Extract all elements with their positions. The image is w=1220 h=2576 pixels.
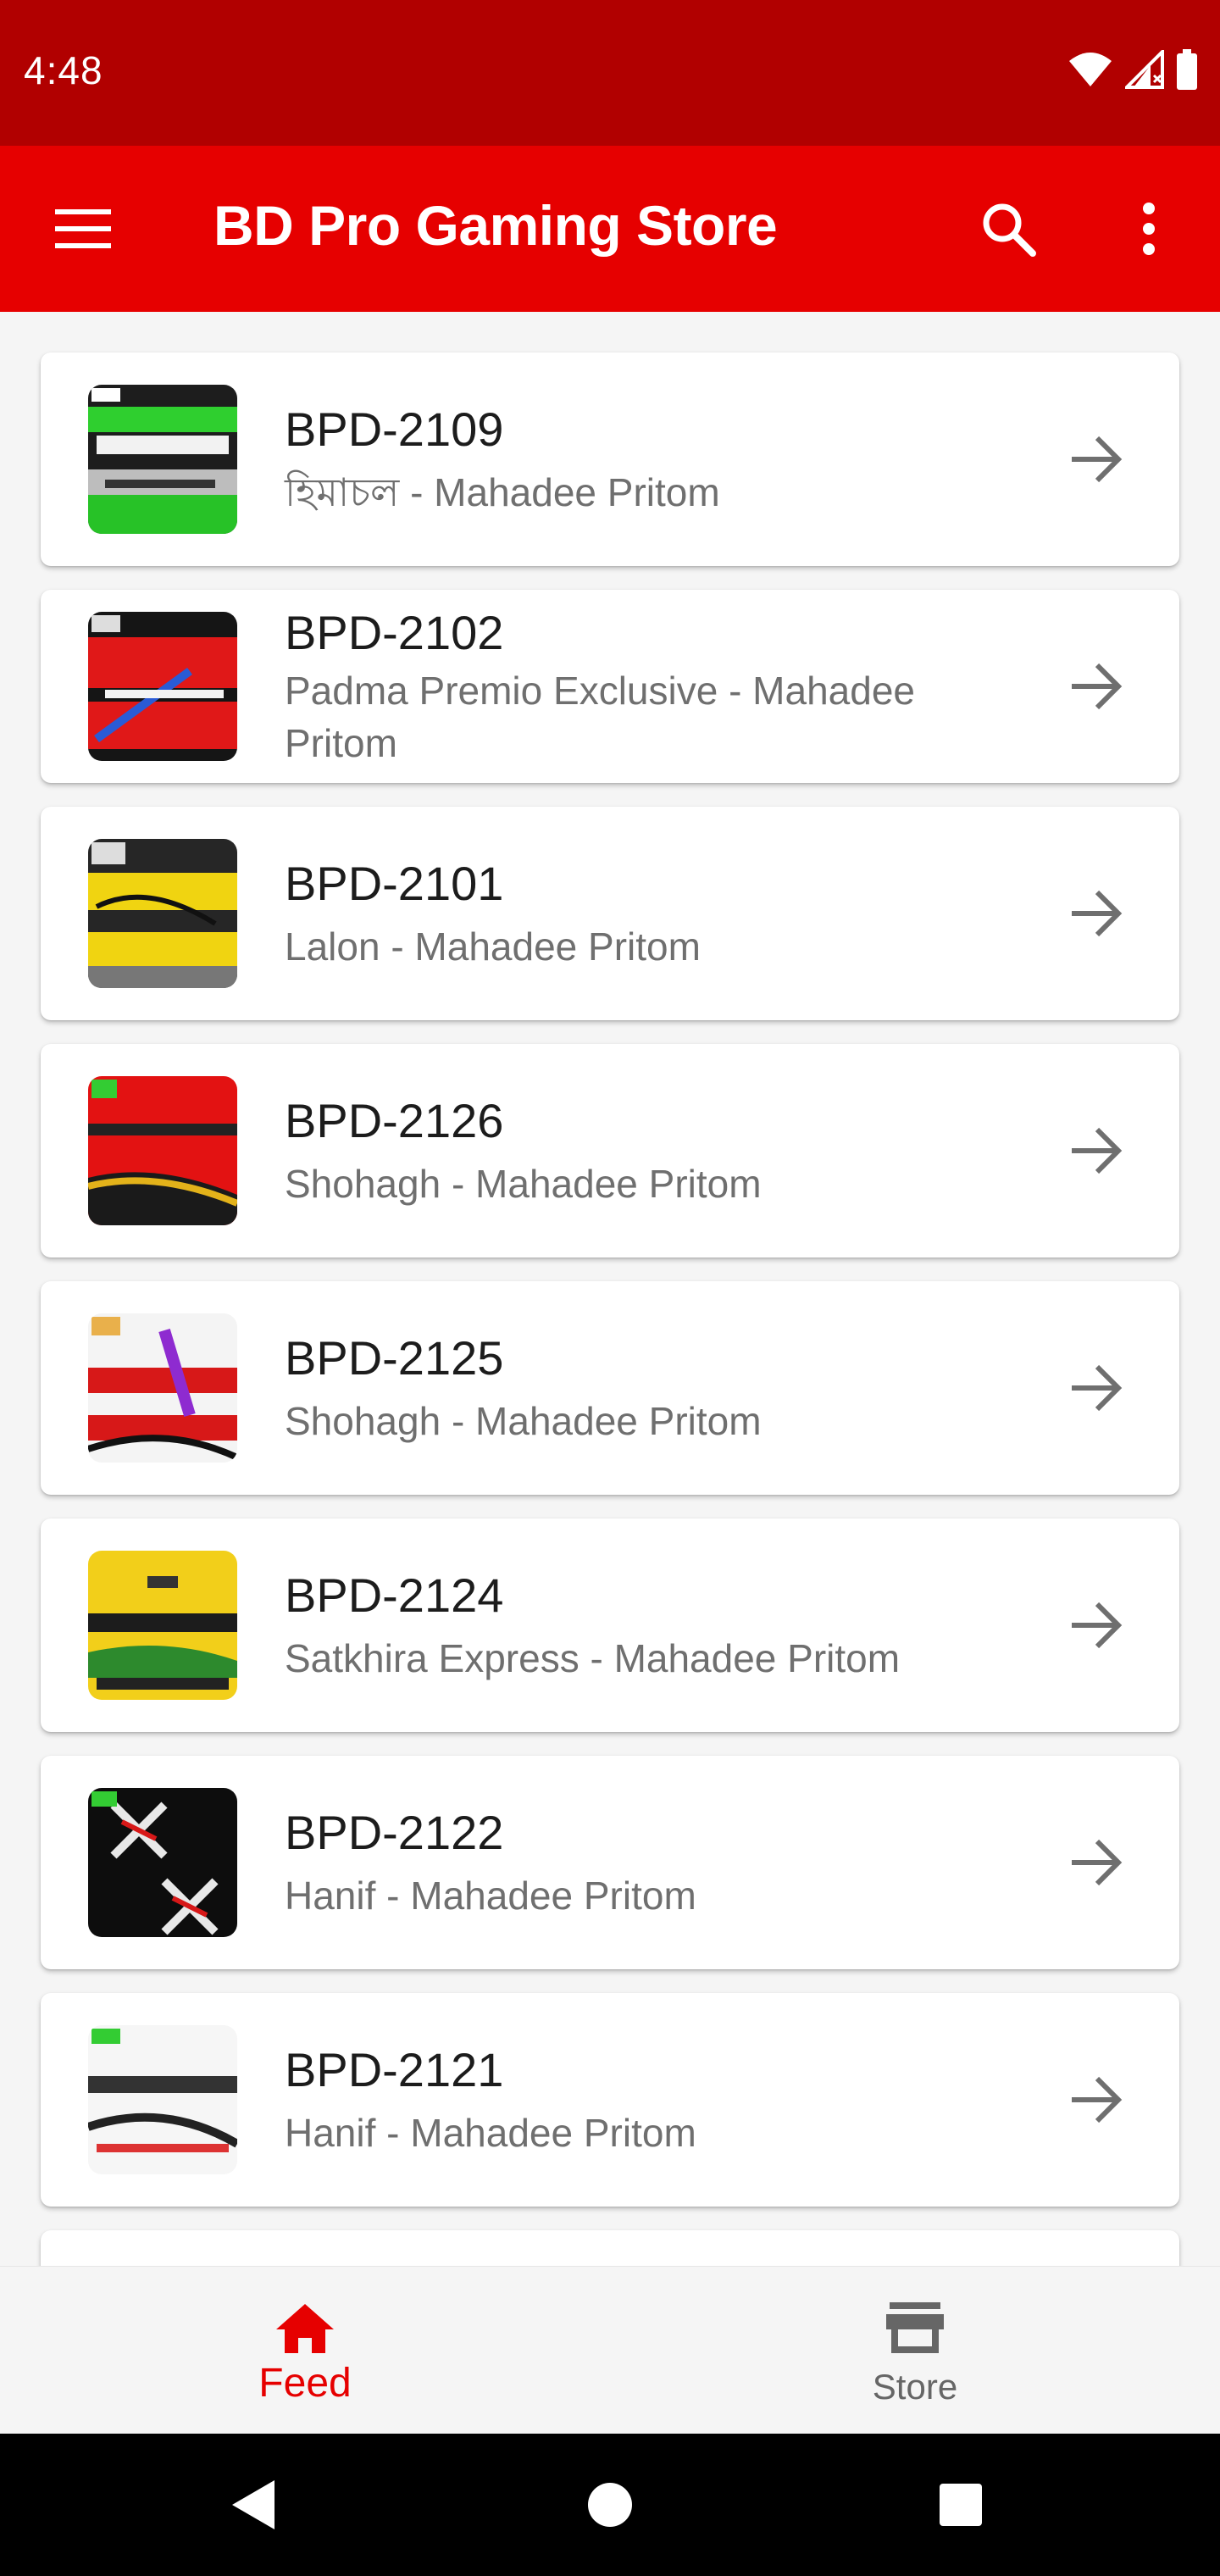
- item-subtitle: Shohagh - Mahadee Pritom: [285, 1162, 762, 1206]
- wifi-icon: [1068, 51, 1113, 92]
- search-icon: [983, 203, 1036, 257]
- search-button[interactable]: [966, 186, 1051, 271]
- nav-store[interactable]: Store: [610, 2267, 1220, 2434]
- item-thumbnail: [88, 2025, 237, 2174]
- item-title: BPD-2126: [285, 1094, 504, 1147]
- item-thumbnail: [88, 612, 237, 761]
- arrow-forward-icon: [1072, 890, 1123, 937]
- status-icons: [1068, 47, 1198, 94]
- item-subtitle: Padma Premio Exclusive - Mahadee Pritom: [285, 669, 915, 765]
- open-item-button[interactable]: [1061, 651, 1132, 722]
- menu-button[interactable]: [42, 195, 124, 263]
- recents-square-icon: [940, 2484, 982, 2526]
- list-item[interactable]: [41, 2230, 1179, 2266]
- home-circle-icon: [588, 2483, 632, 2527]
- bottom-navigation: Feed Store: [0, 2266, 1220, 2434]
- arrow-forward-icon: [1072, 1839, 1123, 1886]
- hamburger-menu-icon: [55, 209, 111, 248]
- arrow-forward-icon: [1072, 663, 1123, 710]
- item-subtitle: Lalon - Mahadee Pritom: [285, 924, 701, 969]
- item-title: BPD-2124: [285, 1568, 504, 1622]
- nav-feed[interactable]: Feed: [0, 2267, 610, 2434]
- item-thumbnail: [88, 1551, 237, 1700]
- list-item[interactable]: BPD-2124 Satkhira Express - Mahadee Prit…: [41, 1518, 1179, 1732]
- item-subtitle: Shohagh - Mahadee Pritom: [285, 1399, 762, 1443]
- item-subtitle: Satkhira Express - Mahadee Pritom: [285, 1636, 901, 1680]
- open-item-button[interactable]: [1061, 1352, 1132, 1424]
- home-icon: [274, 2302, 336, 2359]
- item-subtitle: হিমাচল - Mahadee Pritom: [285, 470, 720, 514]
- item-title: BPD-2121: [285, 2043, 504, 2096]
- item-thumbnail: [88, 385, 237, 534]
- arrow-forward-icon: [1072, 1127, 1123, 1174]
- arrow-forward-icon: [1072, 1602, 1123, 1649]
- item-subtitle: Hanif - Mahadee Pritom: [285, 2111, 696, 2155]
- open-item-button[interactable]: [1061, 1115, 1132, 1186]
- open-item-button[interactable]: [1061, 1827, 1132, 1898]
- battery-icon: [1176, 49, 1198, 94]
- system-navigation-bar: [0, 2434, 1220, 2576]
- list-item[interactable]: BPD-2101 Lalon - Mahadee Pritom: [41, 807, 1179, 1020]
- open-item-button[interactable]: [1061, 2064, 1132, 2135]
- arrow-forward-icon: [1072, 2076, 1123, 2124]
- item-thumbnail: [88, 1076, 237, 1225]
- cell-signal-icon: [1123, 47, 1164, 93]
- more-vert-icon: [1143, 203, 1155, 255]
- list-item[interactable]: BPD-2102 Padma Premio Exclusive - Mahade…: [41, 590, 1179, 783]
- item-thumbnail: [88, 839, 237, 988]
- nav-store-label: Store: [872, 2367, 958, 2407]
- list-item[interactable]: BPD-2122 Hanif - Mahadee Pritom: [41, 1756, 1179, 1969]
- nav-feed-label: Feed: [258, 2361, 352, 2406]
- arrow-forward-icon: [1072, 436, 1123, 483]
- open-item-button[interactable]: [1061, 878, 1132, 949]
- list-item[interactable]: BPD-2121 Hanif - Mahadee Pritom: [41, 1993, 1179, 2207]
- storefront-icon: [886, 2302, 944, 2359]
- open-item-button[interactable]: [1061, 1590, 1132, 1661]
- back-button[interactable]: [217, 2469, 288, 2540]
- item-title: BPD-2102: [285, 606, 504, 659]
- open-item-button[interactable]: [1061, 424, 1132, 495]
- status-time: 4:48: [24, 48, 103, 92]
- app-bar: BD Pro Gaming Store: [0, 146, 1220, 312]
- item-title: BPD-2125: [285, 1331, 504, 1385]
- item-title: BPD-2109: [285, 402, 504, 456]
- item-title: BPD-2122: [285, 1806, 504, 1859]
- app-title: BD Pro Gaming Store: [214, 194, 778, 257]
- item-thumbnail: [88, 1313, 237, 1463]
- recents-button[interactable]: [925, 2469, 996, 2540]
- arrow-forward-icon: [1072, 1364, 1123, 1412]
- home-button[interactable]: [574, 2469, 646, 2540]
- more-options-button[interactable]: [1106, 186, 1191, 271]
- back-triangle-icon: [232, 2480, 274, 2529]
- item-thumbnail: [88, 1788, 237, 1937]
- status-bar: 4:48: [0, 0, 1220, 146]
- item-subtitle: Hanif - Mahadee Pritom: [285, 1874, 696, 1918]
- list-item[interactable]: BPD-2109 হিমাচল - Mahadee Pritom: [41, 353, 1179, 566]
- store-item-list[interactable]: BPD-2109 হিমাচল - Mahadee Pritom BPD-210…: [0, 312, 1220, 2266]
- item-title: BPD-2101: [285, 857, 504, 910]
- list-item[interactable]: BPD-2125 Shohagh - Mahadee Pritom: [41, 1281, 1179, 1495]
- list-item[interactable]: BPD-2126 Shohagh - Mahadee Pritom: [41, 1044, 1179, 1257]
